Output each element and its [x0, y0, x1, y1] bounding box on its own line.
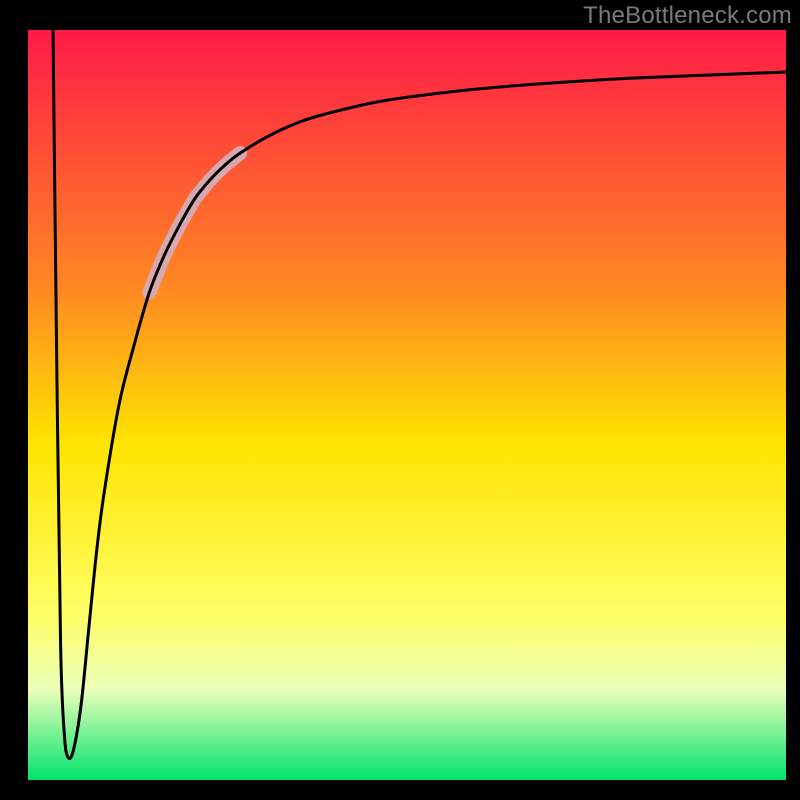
plot-background — [28, 30, 786, 780]
frame-right — [786, 0, 800, 800]
chart-svg — [0, 0, 800, 800]
frame-bottom — [0, 780, 800, 800]
frame-left — [0, 0, 28, 800]
frame-top — [0, 0, 800, 30]
bottleneck-chart: TheBottleneck.com — [0, 0, 800, 800]
